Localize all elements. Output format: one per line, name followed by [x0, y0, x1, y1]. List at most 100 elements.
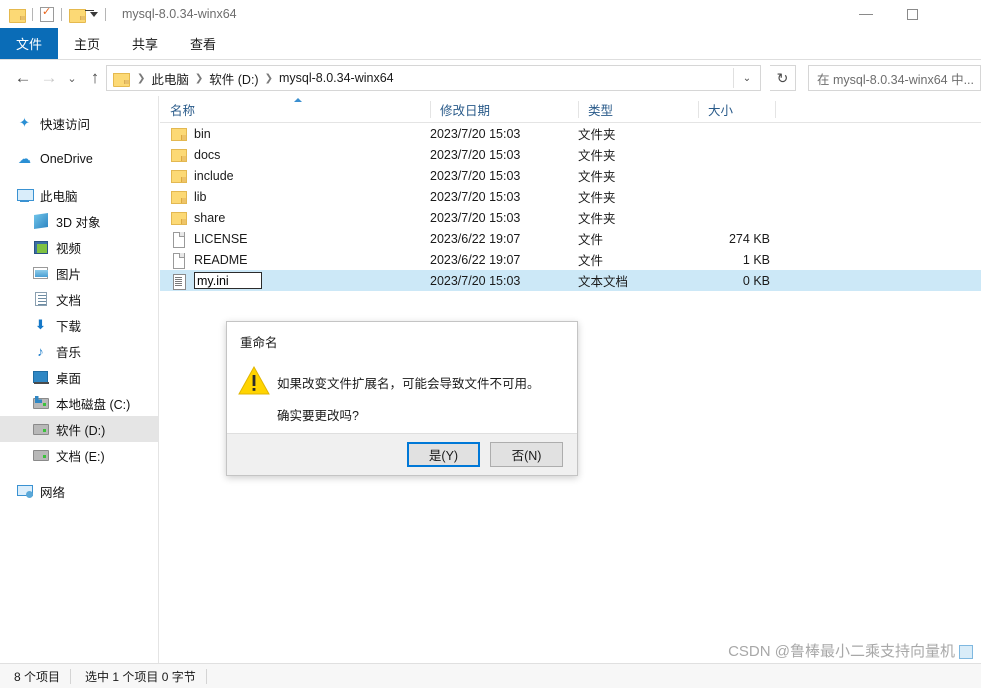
breadcrumb-this-pc[interactable]: 此电脑: [151, 69, 189, 88]
table-row[interactable]: docs 2023/7/20 15:03 文件夹: [160, 144, 981, 165]
minimize-button[interactable]: [843, 0, 889, 28]
address-folder-icon: [113, 72, 130, 87]
title-bar: mysql-8.0.34-winx64: [0, 0, 981, 28]
properties-icon[interactable]: [40, 5, 54, 22]
folder-icon: [170, 189, 187, 205]
size-cell: 274 KB: [728, 231, 770, 246]
toolbar-divider: [105, 7, 106, 21]
sidebar-item-videos[interactable]: 视频: [0, 234, 158, 260]
window-title: mysql-8.0.34-winx64: [122, 7, 237, 21]
ribbon-tab-bar: 文件 主页 共享 查看: [0, 28, 981, 60]
music-icon: ♪: [37, 343, 44, 359]
yes-button[interactable]: 是(Y): [407, 442, 480, 467]
file-name-cell: share: [170, 210, 225, 226]
table-row[interactable]: LICENSE 2023/6/22 19:07 文件 274 KB: [160, 228, 981, 249]
chevron-down-icon[interactable]: ⌄: [734, 66, 760, 90]
table-row[interactable]: lib 2023/7/20 15:03 文件夹: [160, 186, 981, 207]
refresh-button[interactable]: ↻: [770, 65, 796, 91]
column-header-size[interactable]: 大小: [698, 96, 775, 123]
table-row[interactable]: bin 2023/7/20 15:03 文件夹: [160, 123, 981, 144]
column-header-date-modified[interactable]: 修改日期: [430, 96, 578, 123]
date-modified-cell: 2023/7/20 15:03: [430, 189, 521, 204]
sidebar-item-3d-objects[interactable]: 3D 对象: [0, 208, 158, 234]
address-bar[interactable]: ❯ 此电脑 ❯ 软件 (D:) ❯ mysql-8.0.34-winx64 ⌄: [106, 65, 761, 91]
windows-drive-icon: [32, 395, 49, 411]
sidebar-item-pictures[interactable]: 图片: [0, 260, 158, 286]
back-button[interactable]: ←: [10, 63, 36, 93]
search-input[interactable]: 在 mysql-8.0.34-winx64 中...: [808, 65, 981, 91]
window-controls: [843, 0, 981, 28]
size-cell: 1 KB: [742, 252, 770, 267]
toolbar-divider: [61, 7, 62, 21]
sidebar-item-desktop[interactable]: 桌面: [0, 364, 158, 390]
table-row[interactable]: README 2023/6/22 19:07 文件 1 KB: [160, 249, 981, 270]
pictures-icon: [32, 265, 49, 281]
column-header-name[interactable]: 名称: [160, 96, 430, 123]
sidebar-item-drive-e[interactable]: 文档 (E:): [0, 442, 158, 468]
file-name-cell: bin: [170, 126, 211, 142]
this-pc-icon: [16, 187, 34, 203]
new-folder-icon[interactable]: [69, 8, 86, 23]
text-document-icon: [170, 273, 187, 290]
sidebar-item-quick-access[interactable]: ✦ 快速访问: [0, 110, 158, 136]
sort-ascending-icon: [294, 98, 302, 102]
date-modified-cell: 2023/7/20 15:03: [430, 147, 521, 162]
table-row[interactable]: my.ini 2023/7/20 15:03 文本文档 0 KB: [160, 270, 981, 291]
status-item-count: 8 个项目: [14, 669, 61, 684]
tab-share[interactable]: 共享: [116, 28, 174, 59]
sidebar-item-label: 此电脑: [40, 189, 78, 204]
sidebar-item-label: 本地磁盘 (C:): [56, 397, 131, 412]
tab-home[interactable]: 主页: [58, 28, 116, 59]
sidebar-item-downloads[interactable]: ⬇ 下载: [0, 312, 158, 338]
sidebar-item-network[interactable]: 网络: [0, 478, 158, 504]
column-header-type[interactable]: 类型: [578, 96, 698, 123]
sidebar-item-drive-d[interactable]: 软件 (D:): [0, 416, 158, 442]
file-explorer-window: mysql-8.0.34-winx64 文件 主页 共享 查看 ← → ⌄ ↑ …: [0, 0, 981, 688]
date-modified-cell: 2023/7/20 15:03: [430, 126, 521, 141]
tab-view[interactable]: 查看: [174, 28, 232, 59]
table-row[interactable]: share 2023/7/20 15:03 文件夹: [160, 207, 981, 228]
quick-access-toolbar: [0, 5, 113, 23]
tab-file[interactable]: 文件: [0, 28, 58, 59]
breadcrumb-separator: ❯: [264, 72, 273, 84]
date-modified-cell: 2023/7/20 15:03: [430, 273, 521, 288]
status-bar: 8 个项目 选中 1 个项目 0 字节: [0, 663, 981, 688]
generic-file-icon: [170, 231, 187, 248]
file-name-cell: lib: [170, 189, 207, 205]
column-header-row: 名称 修改日期 类型 大小: [160, 96, 981, 123]
sidebar-item-documents[interactable]: 文档: [0, 286, 158, 312]
sidebar-item-onedrive[interactable]: ☁ OneDrive: [0, 146, 158, 172]
drive-icon: [32, 447, 49, 463]
breadcrumb-current-folder[interactable]: mysql-8.0.34-winx64: [279, 71, 394, 85]
dialog-message-line2: 确实要更改吗?: [277, 409, 359, 423]
breadcrumb-separator: ❯: [194, 72, 204, 84]
column-divider[interactable]: [775, 101, 776, 118]
sidebar-item-label: 文档 (E:): [56, 449, 105, 464]
sidebar-item-music[interactable]: ♪ 音乐: [0, 338, 158, 364]
close-button[interactable]: [935, 0, 981, 28]
recent-locations-icon[interactable]: ⌄: [62, 63, 82, 93]
type-cell: 文件夹: [578, 149, 616, 163]
type-cell: 文件夹: [578, 170, 616, 184]
file-name-cell: docs: [170, 147, 220, 163]
breadcrumb-drive-d[interactable]: 软件 (D:): [209, 69, 258, 88]
sidebar-item-this-pc[interactable]: 此电脑: [0, 182, 158, 208]
documents-icon: [32, 291, 49, 307]
sidebar-item-label: 软件 (D:): [56, 423, 106, 438]
folder-icon[interactable]: [9, 8, 26, 23]
type-cell: 文件夹: [578, 212, 616, 226]
desktop-icon: [32, 369, 49, 385]
toolbar-divider: [32, 7, 33, 21]
up-button[interactable]: ↑: [82, 63, 108, 93]
sidebar-item-label: 视频: [56, 241, 82, 256]
table-row[interactable]: include 2023/7/20 15:03 文件夹: [160, 165, 981, 186]
no-button[interactable]: 否(N): [490, 442, 563, 467]
customize-qat-caret-icon[interactable]: [85, 11, 98, 17]
file-name-cell: LICENSE: [170, 231, 248, 248]
rename-input[interactable]: my.ini: [194, 272, 262, 289]
warning-triangle-icon: [238, 366, 270, 395]
maximize-button[interactable]: [889, 0, 935, 28]
sidebar-item-local-disk-c[interactable]: 本地磁盘 (C:): [0, 390, 158, 416]
